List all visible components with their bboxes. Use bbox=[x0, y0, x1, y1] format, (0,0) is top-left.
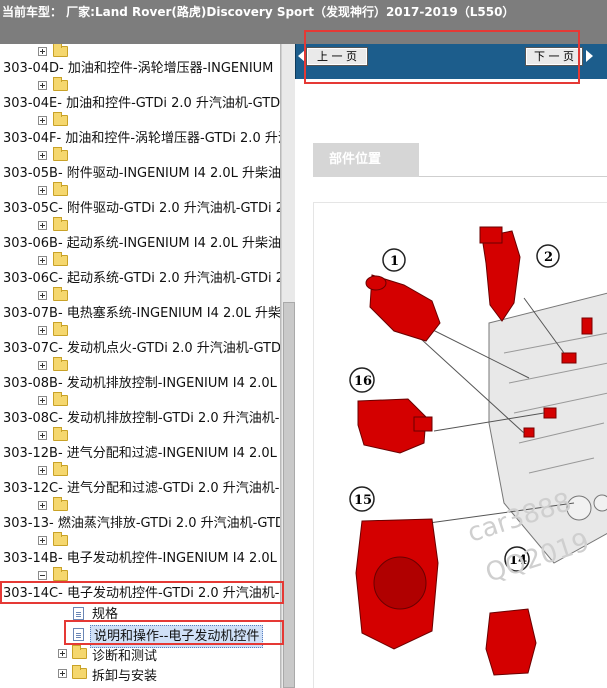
tree-scrollbar[interactable] bbox=[281, 44, 295, 688]
tree-category[interactable]: 303-07B- 电热塞系统-INGENIUM I4 2.0L 升柴油 bbox=[3, 303, 280, 324]
tree-category[interactable]: 303-13- 燃油蒸汽排放-GTDi 2.0 升汽油机-GTD bbox=[3, 513, 280, 534]
folder-icon bbox=[53, 532, 68, 546]
tree-category[interactable]: 303-08C- 发动机排放控制-GTDi 2.0 升汽油机-G bbox=[3, 408, 280, 429]
tree-category[interactable]: 303-04E- 加油和控件-GTDi 2.0 升汽油机-GTDi bbox=[3, 93, 280, 114]
section-divider bbox=[419, 176, 607, 177]
folder-icon bbox=[53, 462, 68, 476]
section-heading: 部件位置 bbox=[313, 143, 419, 177]
document-icon bbox=[73, 628, 84, 641]
tree-category[interactable]: 303-07C- 发动机点火-GTDi 2.0 升汽油机-GTDi bbox=[3, 338, 280, 359]
tree-leaf-spec[interactable]: 规格 bbox=[0, 604, 280, 625]
tree-leaf-diag[interactable]: 诊断和测试 bbox=[0, 645, 280, 667]
folder-icon bbox=[53, 112, 68, 126]
vehicle-title: 当前车型： 厂家:Land Rover(路虎)Discovery Sport（发… bbox=[2, 5, 515, 19]
folder-icon bbox=[53, 392, 68, 406]
expand-icon[interactable] bbox=[38, 536, 47, 545]
next-arrow-icon[interactable] bbox=[586, 50, 593, 62]
prev-arrow-icon[interactable] bbox=[298, 50, 305, 62]
engine-illustration: 1 2 16 15 14 bbox=[349, 226, 607, 676]
expand-icon[interactable] bbox=[38, 256, 47, 265]
folder-icon bbox=[53, 217, 68, 231]
expand-icon[interactable] bbox=[38, 47, 47, 56]
component-15 bbox=[355, 518, 439, 650]
expand-icon[interactable] bbox=[38, 571, 47, 580]
expand-icon[interactable] bbox=[38, 186, 47, 195]
expand-icon[interactable] bbox=[38, 291, 47, 300]
callout-label-15: 15 bbox=[354, 493, 372, 508]
tree-leaf-label[interactable]: 诊断和测试 bbox=[92, 646, 157, 667]
folder-icon bbox=[53, 427, 68, 441]
callout-label-2: 2 bbox=[544, 250, 553, 265]
document-icon bbox=[73, 607, 84, 620]
callout-label-16: 16 bbox=[354, 374, 372, 389]
tree-category[interactable]: 303-05B- 附件驱动-INGENIUM I4 2.0L 升柴油机 bbox=[3, 163, 280, 184]
folder-icon bbox=[53, 567, 68, 581]
tree-leaf-label[interactable]: 拆卸与安装 bbox=[92, 666, 157, 687]
tree-category[interactable]: 303-06B- 起动系统-INGENIUM I4 2.0L 升柴油机 bbox=[3, 233, 280, 254]
tree-category[interactable]: 303-12C- 进气分配和过滤-GTDi 2.0 升汽油机-G bbox=[3, 478, 280, 499]
component-16 bbox=[357, 398, 433, 454]
component-2 bbox=[479, 226, 521, 322]
category-tree[interactable]: 303-04D- 加油和控件-涡轮增压器-INGENIUM 303-04E- 加油… bbox=[0, 44, 281, 688]
folder-icon bbox=[53, 252, 68, 266]
tree-category[interactable]: 303-04D- 加油和控件-涡轮增压器-INGENIUM bbox=[3, 58, 273, 79]
folder-icon bbox=[72, 645, 87, 659]
folder-icon bbox=[53, 77, 68, 91]
callout-label-1: 1 bbox=[390, 254, 399, 269]
component-1 bbox=[365, 274, 441, 342]
expand-icon[interactable] bbox=[38, 151, 47, 160]
component-14 bbox=[485, 608, 537, 676]
expand-icon[interactable] bbox=[38, 501, 47, 510]
expand-icon[interactable] bbox=[58, 669, 67, 678]
expand-icon[interactable] bbox=[38, 396, 47, 405]
folder-icon bbox=[53, 357, 68, 371]
folder-icon bbox=[53, 147, 68, 161]
scrollbar-thumb[interactable] bbox=[283, 302, 295, 688]
tree-category[interactable]: 303-14C- 电子发动机控件-GTDi 2.0 升汽油机-G bbox=[3, 583, 280, 604]
tree-leaf-removal[interactable]: 拆卸与安装 bbox=[0, 665, 280, 687]
tree-category[interactable]: 303-04F- 加油和控件-涡轮增压器-GTDi 2.0 升汽 bbox=[3, 128, 280, 149]
vehicle-title-bar: 当前车型： 厂家:Land Rover(路虎)Discovery Sport（发… bbox=[0, 0, 607, 44]
expand-icon[interactable] bbox=[38, 221, 47, 230]
folder-icon bbox=[53, 182, 68, 196]
tree-leaf-label[interactable]: 规格 bbox=[92, 604, 118, 625]
tree-category[interactable]: 303-06C- 起动系统-GTDi 2.0 升汽油机-GTDi 2 bbox=[3, 268, 280, 289]
folder-icon bbox=[53, 322, 68, 336]
tree-category[interactable]: 303-14B- 电子发动机控件-INGENIUM I4 2.0L 升 bbox=[3, 548, 280, 569]
page-navbar: 上 一 页 下 一 页 bbox=[295, 44, 607, 79]
folder-icon bbox=[53, 497, 68, 511]
expand-icon[interactable] bbox=[38, 326, 47, 335]
next-page-button[interactable]: 下 一 页 bbox=[525, 47, 583, 66]
expand-icon[interactable] bbox=[38, 431, 47, 440]
component-location-figure: 1 2 16 15 14 car3888 QQ2019 bbox=[313, 202, 607, 688]
tree-category[interactable]: 303-08B- 发动机排放控制-INGENIUM I4 2.0L 升 bbox=[3, 373, 280, 394]
expand-icon[interactable] bbox=[58, 649, 67, 658]
tree-category[interactable]: 303-05C- 附件驱动-GTDi 2.0 升汽油机-GTDi 2 bbox=[3, 198, 280, 219]
folder-icon bbox=[72, 665, 87, 679]
document-pane: 上 一 页 下 一 页 部件位置 1 2 16 15 14 car3888 QQ… bbox=[295, 44, 607, 688]
expand-icon[interactable] bbox=[38, 116, 47, 125]
prev-page-button[interactable]: 上 一 页 bbox=[306, 47, 368, 66]
expand-icon[interactable] bbox=[38, 81, 47, 90]
tree-leaf-label[interactable]: 说明和操作--电子发动机控件 bbox=[90, 625, 264, 648]
expand-icon[interactable] bbox=[38, 466, 47, 475]
tree-leaf-selected[interactable]: 说明和操作--电子发动机控件 bbox=[0, 625, 280, 648]
tree-category[interactable]: 303-12B- 进气分配和过滤-INGENIUM I4 2.0L 升 bbox=[3, 443, 280, 464]
expand-icon[interactable] bbox=[38, 361, 47, 370]
folder-icon bbox=[53, 44, 68, 57]
folder-icon bbox=[53, 287, 68, 301]
